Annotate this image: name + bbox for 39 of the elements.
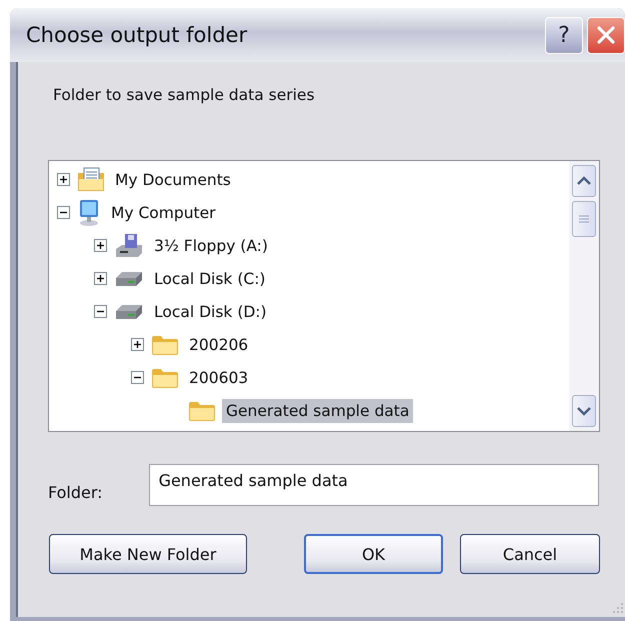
tree-item[interactable]: Local Disk (D:) (150, 300, 271, 324)
folder-icon (188, 400, 216, 422)
close-button[interactable] (587, 16, 625, 54)
tree-item[interactable]: My Computer (107, 200, 220, 224)
tree-item[interactable]: Local Disk (C:) (150, 266, 270, 290)
ok-button[interactable]: OK (304, 534, 443, 574)
window-title: Choose output folder (26, 23, 248, 47)
floppy-drive-icon (114, 232, 144, 258)
resize-grip-icon[interactable] (610, 601, 624, 615)
tree-item[interactable]: 200603 (185, 366, 252, 390)
help-button[interactable]: ? (545, 16, 583, 54)
folder-input[interactable]: Generated sample data (148, 464, 599, 506)
expand-icon[interactable] (57, 173, 70, 186)
folder-icon (151, 366, 179, 388)
scroll-down-button[interactable] (572, 395, 596, 427)
expand-icon[interactable] (94, 272, 107, 285)
folder-label: Folder: (48, 482, 103, 502)
tree-item[interactable]: 3½ Floppy (A:) (150, 234, 272, 258)
tree-item[interactable]: 200206 (185, 332, 252, 356)
collapse-icon[interactable] (131, 371, 144, 384)
caret-down-icon (576, 406, 592, 416)
expand-icon[interactable] (94, 239, 107, 252)
tree-item[interactable]: My Documents (111, 168, 235, 192)
close-icon (595, 24, 617, 46)
scroll-thumb[interactable] (572, 201, 596, 237)
expand-icon[interactable] (131, 338, 144, 351)
cancel-button[interactable]: Cancel (460, 534, 600, 574)
computer-icon (77, 198, 101, 226)
collapse-icon[interactable] (94, 305, 107, 318)
collapse-icon[interactable] (57, 206, 70, 219)
folder-icon (151, 334, 179, 356)
instruction-text: Folder to save sample data series (53, 86, 316, 104)
tree-item[interactable]: Generated sample data (222, 398, 414, 422)
documents-folder-icon (77, 166, 105, 192)
caret-up-icon (576, 176, 592, 186)
grip-lines-icon (578, 214, 590, 224)
scrollbar[interactable] (569, 161, 599, 431)
make-new-folder-button[interactable]: Make New Folder (49, 534, 247, 574)
scroll-up-button[interactable] (572, 165, 596, 197)
